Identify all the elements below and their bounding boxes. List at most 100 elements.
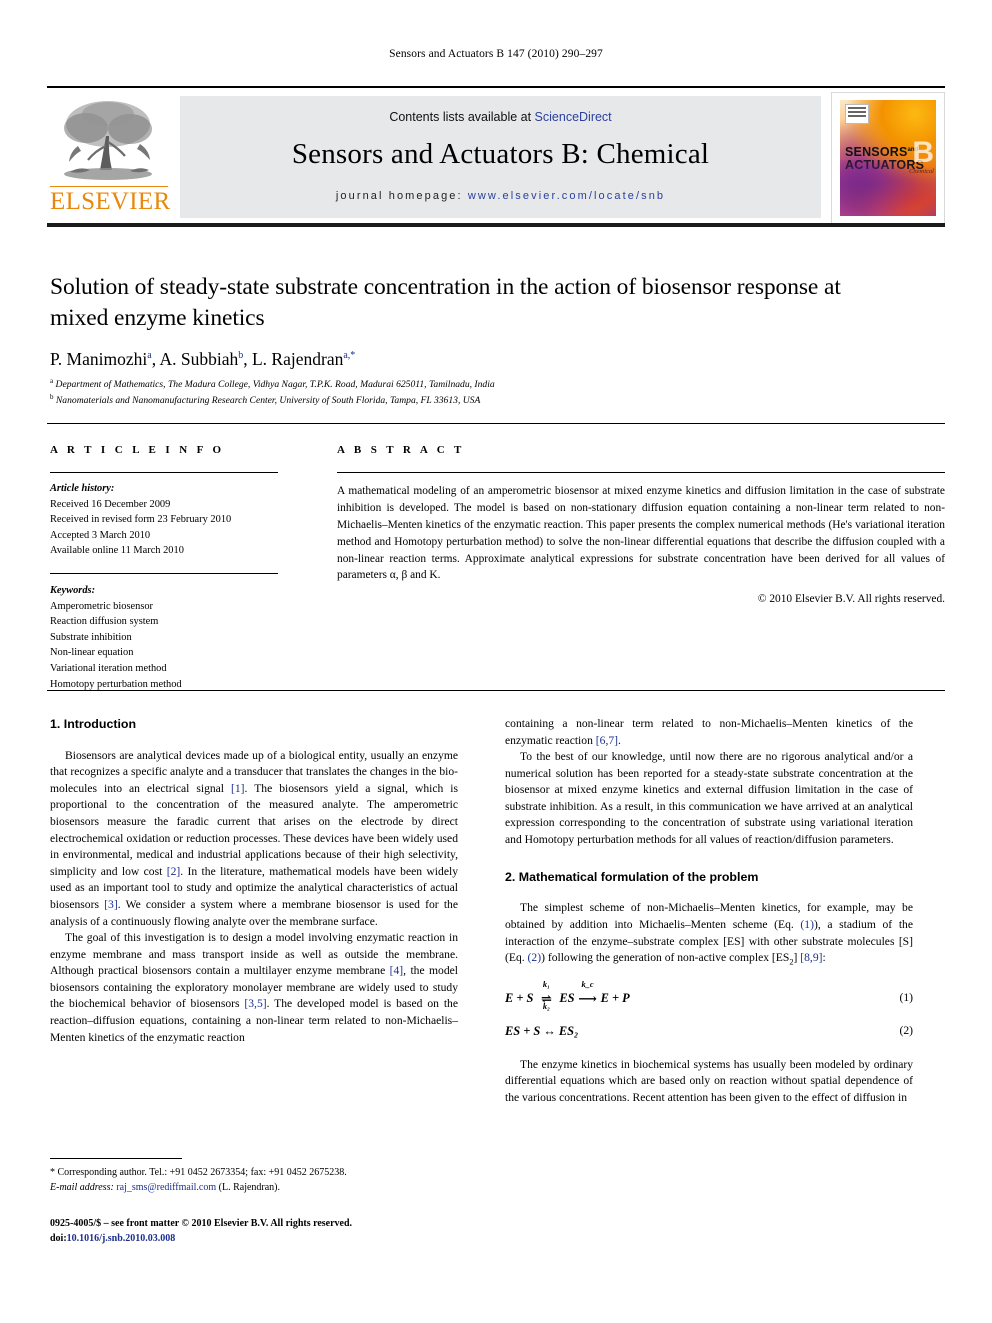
citation-8-9[interactable]: [8,9]	[800, 951, 822, 964]
history-item: Available online 11 March 2010	[50, 545, 184, 557]
formulation-paragraph-1: The simplest scheme of non-Michaelis–Men…	[505, 901, 913, 967]
elsevier-wordmark: ELSEVIER	[50, 186, 171, 215]
article-info-heading: A R T I C L E I N F O	[50, 444, 225, 456]
eq1-k1: k₁	[542, 980, 550, 990]
citation-3[interactable]: [3]	[104, 898, 118, 911]
paper-page: Sensors and Actuators B 147 (2010) 290–2…	[0, 0, 992, 1323]
sciencedirect-link[interactable]: ScienceDirect	[535, 110, 612, 124]
intro-paragraph-2: The goal of this investigation is to des…	[50, 931, 458, 1044]
contents-prefix: Contents lists available at	[389, 110, 535, 124]
email-owner: (L. Rajendran).	[218, 1181, 281, 1193]
history-item: Accepted 3 March 2010	[50, 529, 151, 541]
affiliation-a: a Department of Mathematics, The Madura …	[50, 377, 495, 391]
abstract-copyright: © 2010 Elsevier B.V. All rights reserved…	[757, 593, 945, 606]
imprint-line: 0925-4005/$ – see front matter © 2010 El…	[50, 1218, 353, 1229]
eq1-reversible-arrow-icon: k₁ ⇌ k₂	[533, 980, 559, 1011]
keyword-item: Amperometric biosensor	[50, 600, 154, 612]
author-list: P. Manimozhia, A. Subbiahb, L. Rajendran…	[50, 349, 356, 369]
doi-label: doi:	[50, 1233, 67, 1244]
journal-homepage-line: journal homepage: www.elsevier.com/locat…	[180, 190, 821, 202]
journal-masthead: ELSEVIER Contents lists available at Sci…	[47, 86, 945, 227]
elsevier-tree-icon	[56, 98, 162, 188]
cover-sublabel: Chemical	[909, 168, 934, 175]
affiliation-b: b Nanomaterials and Nanomanufacturing Re…	[50, 393, 481, 407]
keyword-item: Substrate inhibition	[50, 631, 132, 643]
formulation-paragraph-2: The enzyme kinetics in biochemical syste…	[505, 1057, 913, 1105]
citation-4[interactable]: [4]	[390, 964, 404, 977]
body-column-left: 1. Introduction Biosensors are analytica…	[50, 716, 458, 1046]
info-top-divider	[47, 423, 945, 424]
equation-1: E + Sk₁ ⇌ k₂ ES k_c ⟶ E + P (1)	[505, 980, 913, 1011]
corresponding-author-footnote: * Corresponding author. Tel.: +91 0452 2…	[50, 1158, 458, 1195]
eq1-rhs: E + P	[600, 991, 630, 1006]
email-label: E-mail address:	[50, 1181, 114, 1193]
citation-6-7[interactable]: [6,7]	[596, 734, 618, 747]
citation-2[interactable]: [2]	[167, 865, 181, 878]
article-history: Article history: Received 16 December 20…	[50, 481, 300, 559]
keywords-divider	[50, 573, 278, 575]
author-3[interactable]: L. Rajendrana,*	[252, 349, 355, 369]
eq1-mid: ES	[559, 991, 575, 1006]
eq1-kc: k_c	[581, 980, 594, 990]
equation-2-number: (2)	[899, 1024, 913, 1038]
imprint-block: 0925-4005/$ – see front matter © 2010 El…	[50, 1216, 490, 1246]
running-head: Sensors and Actuators B 147 (2010) 290–2…	[389, 48, 603, 60]
page-title: Solution of steady-state substrate conce…	[50, 274, 841, 332]
intro-paragraph-1: Biosensors are analytical devices made u…	[50, 748, 458, 928]
keyword-item: Reaction diffusion system	[50, 616, 159, 628]
journal-title: Sensors and Actuators B: Chemical	[291, 138, 710, 170]
eq2-text: ES + S ↔ ES₂	[505, 1024, 579, 1039]
author-1[interactable]: P. Manimozhia	[50, 349, 152, 369]
equation-ref-2[interactable]: (2)	[528, 951, 542, 964]
author-2[interactable]: A. Subbiahb	[159, 349, 243, 369]
corresponding-author-line: * Corresponding author. Tel.: +91 0452 2…	[50, 1167, 347, 1178]
eq1-lhs: E + S	[505, 991, 534, 1006]
footnote-divider	[50, 1158, 182, 1159]
eq1-k2: k₂	[542, 1002, 550, 1012]
journal-band: Contents lists available at ScienceDirec…	[180, 96, 821, 218]
cover-elsevier-mark-icon	[845, 104, 869, 124]
email-link[interactable]: raj_sms@rediffmail.com	[116, 1182, 216, 1193]
intro-paragraph-3: To the best of our knowledge, until now …	[505, 750, 913, 847]
abstract-text: A mathematical modeling of an amperometr…	[337, 485, 945, 582]
section-heading-formulation: 2. Mathematical formulation of the probl…	[505, 869, 759, 884]
abstract-block: A B S T R A C T A mathematical modeling …	[337, 444, 945, 605]
doi-line: doi:10.1016/j.snb.2010.03.008	[50, 1231, 490, 1246]
contents-available-line: Contents lists available at ScienceDirec…	[180, 110, 821, 124]
abstract-divider	[337, 472, 945, 473]
equation-1-number: (1)	[899, 991, 913, 1005]
masthead-divider	[47, 223, 945, 227]
author-3-mark: a,*	[343, 350, 356, 362]
journal-cover-thumbnail[interactable]: SENSORSand ACTUATORS B Chemical	[831, 92, 945, 224]
equation-2: ES + S ↔ ES₂ (2)	[505, 1023, 913, 1041]
homepage-label: journal homepage:	[335, 190, 463, 202]
affiliations: a Department of Mathematics, The Madura …	[50, 376, 900, 408]
abstract-heading: A B S T R A C T	[337, 444, 465, 456]
citation-1[interactable]: [1]	[231, 782, 245, 795]
keyword-item: Non-linear equation	[50, 647, 134, 659]
info-bottom-divider	[47, 690, 945, 691]
cover-line2: ACTUATORS	[845, 158, 925, 173]
intro-paragraph-2-cont: . The developed model is based on the re…	[505, 717, 913, 747]
citation-3-5[interactable]: [3,5]	[244, 997, 266, 1010]
article-info-divider	[50, 472, 278, 473]
body-column-right: . The developed model is based on the re…	[505, 716, 913, 1107]
elsevier-logo: ELSEVIER	[50, 98, 171, 220]
keywords-label: Keywords:	[50, 585, 96, 597]
cover-letter-b: B	[912, 136, 934, 169]
author-1-mark: a	[147, 350, 152, 362]
keyword-item: Variational iteration method	[50, 663, 167, 675]
equation-ref-1[interactable]: (1)	[800, 918, 814, 931]
homepage-url-link[interactable]: www.elsevier.com/locate/snb	[468, 190, 665, 202]
keywords-block: Keywords: Amperometric biosensor Reactio…	[50, 583, 300, 692]
history-item: Received 16 December 2009	[50, 498, 171, 510]
cover-line1: SENSORS	[845, 145, 908, 159]
doi-link[interactable]: 10.1016/j.snb.2010.03.008	[67, 1233, 176, 1244]
section-heading-introduction: 1. Introduction	[50, 717, 137, 731]
history-item: Received in revised form 23 February 201…	[50, 514, 232, 526]
cover-artwork: SENSORSand ACTUATORS B Chemical	[840, 100, 936, 216]
article-info-block: A R T I C L E I N F O Article history: R…	[50, 444, 300, 692]
cont-text: containing a non-linear term related to …	[505, 717, 913, 747]
eq1-forward-arrow-icon: k_c ⟶	[575, 980, 601, 1009]
author-2-mark: b	[238, 350, 244, 362]
